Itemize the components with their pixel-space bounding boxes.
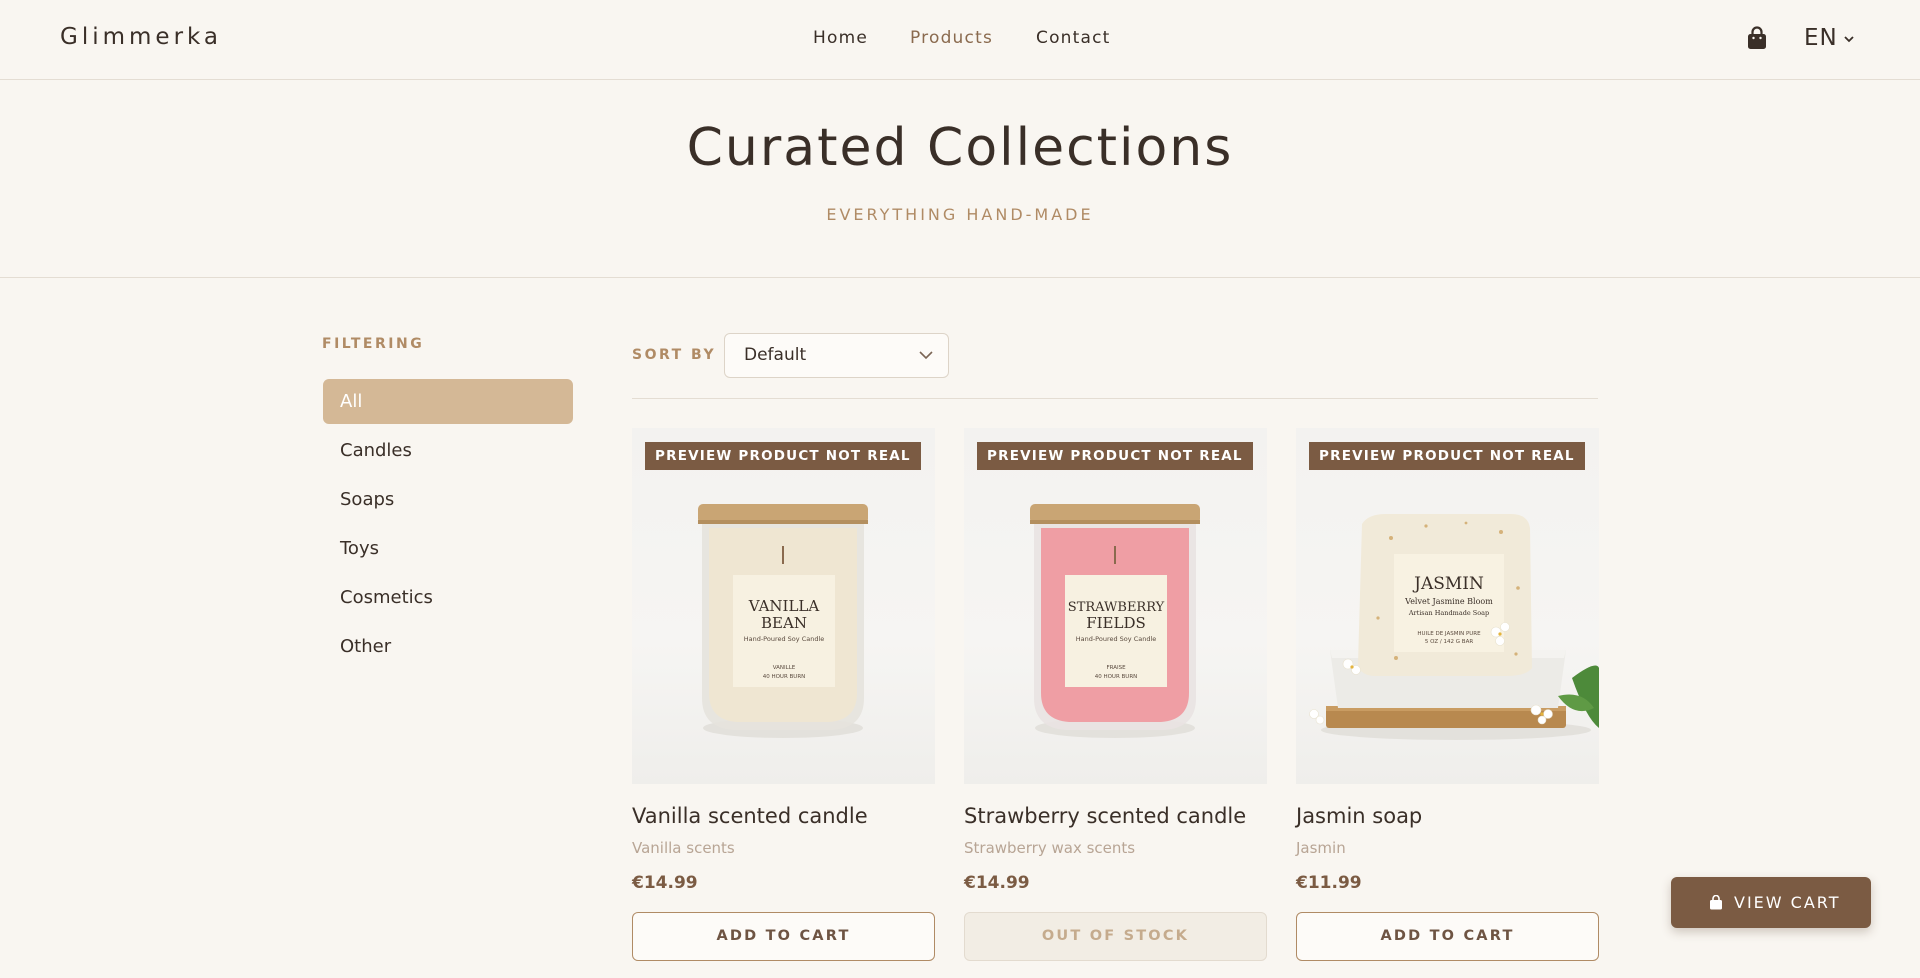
sort-value: Default — [744, 345, 807, 365]
nav-contact[interactable]: Contact — [1036, 28, 1111, 48]
label-small: Hand-Poured Soy Candle — [744, 635, 825, 643]
site-header: Glimmerka Home Products Contact EN — [0, 0, 1920, 80]
chevron-down-icon — [919, 351, 933, 360]
filter-all[interactable]: All — [323, 379, 573, 424]
page-subtitle: EVERYTHING HAND-MADE — [826, 205, 1094, 224]
view-cart-button[interactable]: VIEW CART — [1671, 877, 1871, 928]
product-subtitle: Strawberry wax scents — [964, 839, 1136, 857]
product-price: €14.99 — [632, 873, 698, 893]
label-small: Hand-Poured Soy Candle — [1076, 635, 1157, 643]
preview-badge: PREVIEW PRODUCT NOT REAL — [645, 442, 921, 470]
label-tiny-1: VANILLE — [773, 665, 796, 671]
filter-soaps[interactable]: Soaps — [323, 477, 573, 522]
candle-jar-image: STRAWBERRY FIELDS Hand-Poured Soy Candle… — [1030, 504, 1200, 738]
product-name[interactable]: Vanilla scented candle — [632, 804, 868, 828]
soap-bar-image: JASMIN Velvet Jasmine Bloom Artisan Hand… — [1309, 514, 1599, 740]
label-tiny-2: 5 OZ / 142 G BAR — [1425, 639, 1473, 645]
product-subtitle: Vanilla scents — [632, 839, 735, 857]
label-tiny-1: FRAISE — [1106, 665, 1126, 671]
product-card: JASMIN Velvet Jasmine Bloom Artisan Hand… — [1296, 428, 1599, 978]
out-of-stock-button[interactable]: OUT OF STOCK — [964, 912, 1267, 961]
main-nav: Home Products Contact — [0, 28, 1920, 52]
filter-toys[interactable]: Toys — [323, 526, 573, 571]
product-image[interactable]: STRAWBERRY FIELDS Hand-Poured Soy Candle… — [964, 428, 1267, 784]
filter-cosmetics[interactable]: Cosmetics — [323, 575, 573, 620]
hero-section: Curated Collections EVERYTHING HAND-MADE — [0, 80, 1920, 278]
filter-list: All Candles Soaps Toys Cosmetics Other — [323, 379, 573, 673]
filter-other[interactable]: Other — [323, 624, 573, 669]
sort-select[interactable]: Default — [724, 333, 949, 378]
sort-divider — [632, 398, 1598, 399]
product-card: STRAWBERRY FIELDS Hand-Poured Soy Candle… — [964, 428, 1267, 978]
product-image[interactable]: VANILLA BEAN Hand-Poured Soy Candle VANI… — [632, 428, 935, 784]
label-line-2: BEAN — [761, 614, 807, 632]
language-selector[interactable]: EN — [1804, 25, 1856, 51]
label-small: Velvet Jasmine Bloom — [1404, 597, 1493, 606]
label-small-2: Artisan Handmade Soap — [1408, 609, 1489, 617]
filter-title: FILTERING — [322, 336, 425, 352]
label-line-1: STRAWBERRY — [1068, 600, 1165, 615]
add-to-cart-button[interactable]: ADD TO CART — [632, 912, 935, 961]
product-image[interactable]: JASMIN Velvet Jasmine Bloom Artisan Hand… — [1296, 428, 1599, 784]
product-name[interactable]: Jasmin soap — [1296, 804, 1422, 828]
preview-badge: PREVIEW PRODUCT NOT REAL — [1309, 442, 1585, 470]
label-line-1: JASMIN — [1412, 574, 1484, 594]
shopping-bag-icon — [1710, 895, 1722, 910]
label-tiny-2: 40 HOUR BURN — [763, 674, 806, 680]
product-price: €14.99 — [964, 873, 1030, 893]
preview-badge: PREVIEW PRODUCT NOT REAL — [977, 442, 1253, 470]
nav-home[interactable]: Home — [813, 28, 868, 48]
chevron-down-icon — [1844, 35, 1854, 42]
filter-candles[interactable]: Candles — [323, 428, 573, 473]
product-name[interactable]: Strawberry scented candle — [964, 804, 1246, 828]
candle-jar-image: VANILLA BEAN Hand-Poured Soy Candle VANI… — [698, 504, 868, 738]
sort-label: SORT BY — [632, 347, 717, 363]
label-tiny-1: HUILE DE JASMIN PURE — [1417, 631, 1481, 637]
product-card: VANILLA BEAN Hand-Poured Soy Candle VANI… — [632, 428, 935, 978]
add-to-cart-button[interactable]: ADD TO CART — [1296, 912, 1599, 961]
view-cart-label: VIEW CART — [1734, 893, 1841, 912]
label-line-2: FIELDS — [1086, 614, 1146, 632]
label-tiny-2: 40 HOUR BURN — [1095, 674, 1138, 680]
product-price: €11.99 — [1296, 873, 1362, 893]
label-line-1: VANILLA — [748, 597, 820, 615]
page-title: Curated Collections — [686, 118, 1234, 178]
language-code: EN — [1804, 25, 1838, 51]
nav-products[interactable]: Products — [910, 28, 993, 48]
shopping-bag-icon[interactable] — [1746, 26, 1768, 50]
product-subtitle: Jasmin — [1296, 839, 1346, 857]
